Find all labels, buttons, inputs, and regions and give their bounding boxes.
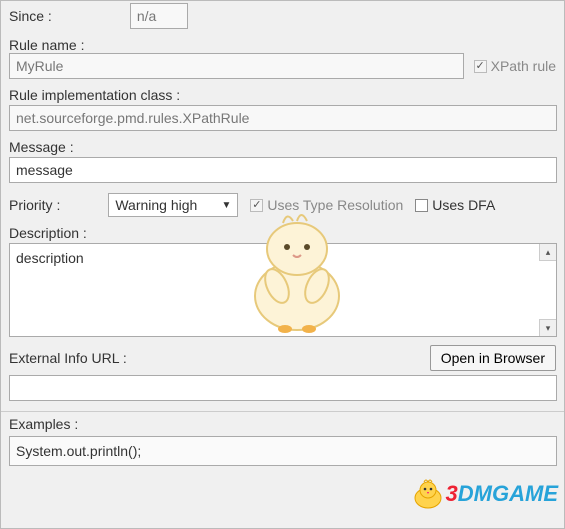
uses-type-resolution-label: Uses Type Resolution [267,197,403,213]
uses-dfa-checkbox-box [415,199,428,212]
external-url-label: External Info URL : [9,350,127,366]
message-input[interactable] [9,157,557,183]
examples-label: Examples : [9,416,78,432]
impl-class-label: Rule implementation class : [9,87,180,103]
rule-name-input[interactable] [9,53,464,79]
description-textarea[interactable]: description ▴ ▾ [9,243,557,337]
priority-value: Warning high [115,197,197,213]
watermark-text-1: 3 [446,481,458,507]
uses-type-resolution-checkbox: Uses Type Resolution [250,197,403,213]
divider [1,411,564,412]
uses-dfa-checkbox[interactable]: Uses DFA [415,197,495,213]
scroll-up-button[interactable]: ▴ [539,244,556,261]
since-label: Since : [9,8,52,24]
watermark-logo: 3DMGAME [410,478,558,510]
xpath-rule-checkbox-box [474,60,487,73]
priority-select[interactable]: Warning high ▼ [108,193,238,217]
uses-dfa-label: Uses DFA [432,197,495,213]
external-url-input[interactable] [9,375,557,401]
scroll-down-button[interactable]: ▾ [539,319,556,336]
watermark-text-2: DM [458,481,492,507]
description-label: Description : [9,225,87,241]
priority-label: Priority : [9,197,60,213]
rule-name-label: Rule name : [9,37,84,53]
chick-icon [410,478,446,510]
watermark-text-3: GAME [492,481,558,507]
xpath-rule-checkbox-label: XPath rule [491,58,556,74]
examples-value: System.out.println(); [16,443,141,459]
impl-class-input [9,105,557,131]
uses-type-resolution-checkbox-box [250,199,263,212]
chevron-down-icon: ▼ [221,200,231,211]
open-in-browser-button[interactable]: Open in Browser [430,345,556,371]
description-value: description [16,250,84,266]
message-label: Message : [9,139,74,155]
examples-textarea[interactable]: System.out.println(); [9,436,557,466]
since-input [130,3,188,29]
xpath-rule-checkbox: XPath rule [474,58,556,74]
